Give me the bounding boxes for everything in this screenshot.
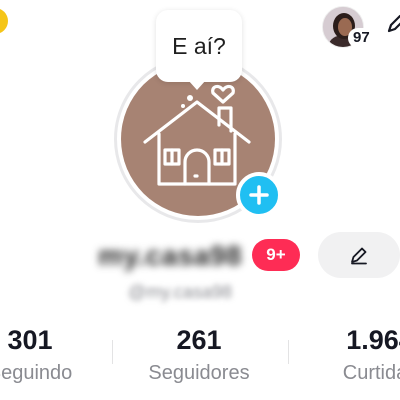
stat-likes[interactable]: 1.964 Curtidas — [320, 325, 400, 385]
bubble-dot — [187, 95, 193, 101]
user-handle: @my.casa98 — [128, 282, 232, 302]
notification-badge[interactable]: 9+ — [252, 239, 300, 271]
stat-label: Curtidas — [342, 362, 400, 384]
pencil-icon[interactable] — [386, 14, 400, 34]
friends-widget[interactable]: 97 — [322, 6, 382, 50]
bubble-tail — [188, 80, 206, 90]
divider — [288, 340, 289, 364]
stat-value: 261 — [176, 325, 222, 355]
stat-following[interactable]: 301 Seguindo — [0, 325, 90, 385]
username: my.casa98 — [98, 240, 243, 271]
edit-profile-button[interactable] — [318, 232, 400, 278]
stat-label: Seguidores — [148, 362, 250, 384]
bubble-dot — [181, 104, 185, 108]
stat-followers[interactable]: 261 Seguidores — [138, 325, 260, 385]
stat-value: 301 — [7, 325, 53, 355]
stat-label: Seguindo — [0, 362, 73, 384]
stat-value: 1.964 — [346, 325, 400, 355]
friends-count: 97 — [348, 28, 375, 48]
greeting-text: E aí? — [172, 32, 226, 59]
plus-icon — [249, 185, 269, 205]
divider — [112, 340, 113, 364]
corner-badge[interactable] — [0, 8, 8, 34]
add-story-button[interactable] — [236, 172, 282, 218]
greeting-bubble[interactable]: E aí? — [156, 10, 242, 82]
pencil-icon — [351, 247, 367, 265]
